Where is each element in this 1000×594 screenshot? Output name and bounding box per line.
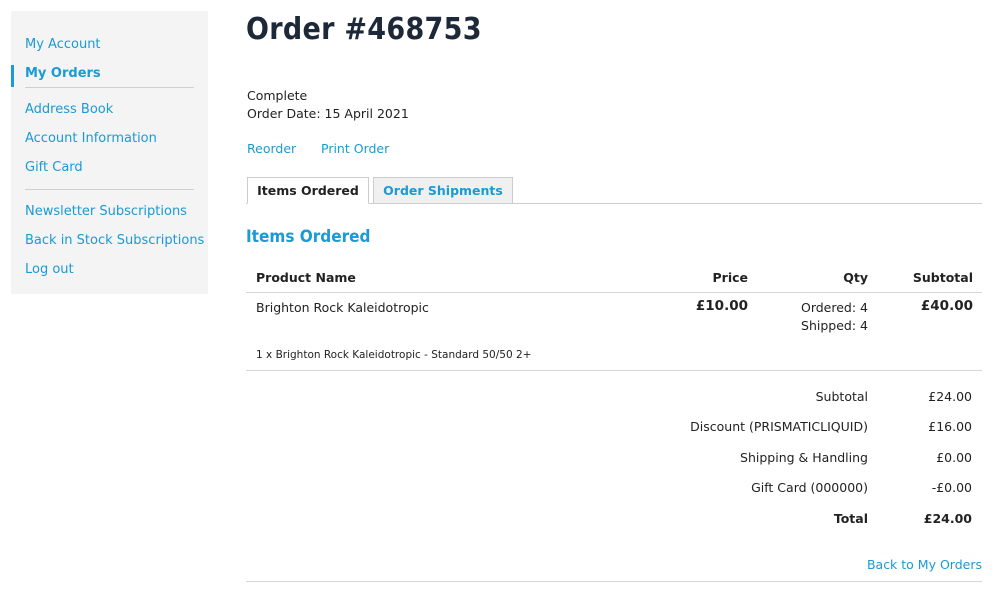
product-name: Brighton Rock Kaleidotropic [256, 300, 429, 315]
sidebar-divider [25, 87, 194, 88]
account-sidebar: My Account My Orders Address Book Accoun… [11, 11, 208, 294]
section-title-items-ordered: Items Ordered [246, 227, 371, 247]
totals-subtotal-label: Subtotal [815, 389, 868, 404]
column-header-product-name: Product Name [256, 270, 356, 285]
table-body-divider [246, 370, 982, 371]
column-header-qty: Qty [843, 270, 868, 285]
page-title: Order #468753 [246, 12, 482, 47]
order-status: Complete [247, 88, 308, 103]
product-option: 1 x Brighton Rock Kaleidotropic - Standa… [256, 349, 532, 361]
print-order-link[interactable]: Print Order [321, 140, 389, 158]
reorder-link[interactable]: Reorder [247, 140, 296, 158]
totals-gift-card-label: Gift Card (000000) [751, 480, 868, 495]
tab-items-ordered[interactable]: Items Ordered [247, 177, 369, 204]
totals-grand-total-label: Total [833, 511, 868, 526]
footer-divider [246, 581, 982, 582]
sidebar-divider [25, 189, 194, 190]
totals-shipping-value: £0.00 [936, 450, 972, 465]
sidebar-item-gift-card[interactable]: Gift Card [25, 159, 83, 177]
totals-discount-value: £16.00 [928, 419, 972, 434]
totals-gift-card-value: -£0.00 [931, 480, 972, 495]
tab-order-shipments[interactable]: Order Shipments [373, 177, 513, 204]
back-to-my-orders-link[interactable]: Back to My Orders [867, 556, 982, 574]
sidebar-item-my-orders[interactable]: My Orders [25, 65, 101, 83]
order-date: Order Date: 15 April 2021 [247, 106, 409, 121]
sidebar-item-account-information[interactable]: Account Information [25, 130, 157, 148]
totals-discount-label: Discount (PRISMATICLIQUID) [690, 419, 868, 434]
qty-ordered: Ordered: 4 [800, 300, 868, 315]
qty-shipped: Shipped: 4 [801, 318, 868, 333]
totals-subtotal-value: £24.00 [928, 389, 972, 404]
sidebar-item-back-in-stock-subscriptions[interactable]: Back in Stock Subscriptions [25, 232, 204, 250]
product-subtotal: £40.00 [920, 298, 973, 314]
sidebar-active-indicator [11, 65, 14, 87]
table-header-divider [246, 292, 982, 293]
column-header-subtotal: Subtotal [912, 270, 973, 285]
sidebar-item-address-book[interactable]: Address Book [25, 101, 113, 119]
sidebar-item-my-account[interactable]: My Account [25, 36, 101, 54]
product-price: £10.00 [695, 298, 748, 314]
column-header-price: Price [712, 270, 749, 285]
sidebar-item-log-out[interactable]: Log out [25, 261, 74, 279]
totals-shipping-label: Shipping & Handling [740, 450, 868, 465]
totals-grand-total-value: £24.00 [923, 511, 972, 526]
sidebar-item-newsletter-subscriptions[interactable]: Newsletter Subscriptions [25, 203, 187, 221]
